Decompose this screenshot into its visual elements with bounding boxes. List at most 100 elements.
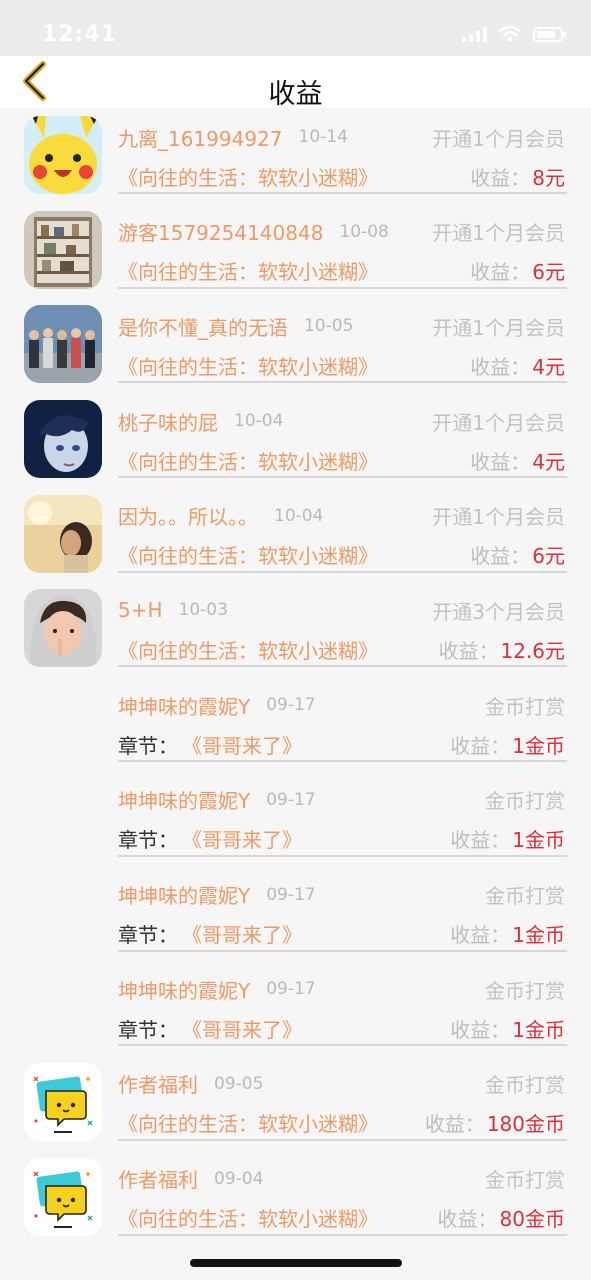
book-title[interactable]: 《哥哥来了》 <box>182 824 302 853</box>
row-header: 作者福利 09-04 金币打赏 <box>118 1162 565 1196</box>
record-date: 10-04 <box>234 411 284 432</box>
status-time: 12:41 <box>42 22 118 47</box>
earnings-amount: 1金币 <box>512 923 565 947</box>
row-detail: 《向往的生活：软软小迷糊》 收益： 4元 <box>118 347 565 383</box>
record-type: 开通1个月会员 <box>432 221 565 246</box>
chapter-prefix: 章节： <box>118 733 178 758</box>
username[interactable]: 是你不懂_真的无语 <box>118 312 288 341</box>
earnings-list: 九离_161994927 10-14 开通1个月会员 《向往的生活：软软小迷糊》… <box>0 114 591 1250</box>
chapter-prefix: 章节： <box>118 923 178 947</box>
record-type: 开通3个月会员 <box>432 599 565 624</box>
row-detail: 《向往的生活：软软小迷糊》 收益： 80金币 <box>118 1200 565 1236</box>
book-title[interactable]: 《哥哥来了》 <box>182 730 302 759</box>
divider <box>118 665 567 668</box>
earnings-amount: 8元 <box>532 165 565 190</box>
earnings-amount: 6元 <box>532 544 565 569</box>
username[interactable]: 坤坤味的霞妮Y <box>118 691 250 720</box>
status-icons <box>462 26 566 42</box>
username[interactable]: 作者福利 <box>118 1069 198 1098</box>
earnings-row[interactable]: 作者福利 09-05 金币打赏 《向往的生活：软软小迷糊》 收益： 180金币 <box>0 1061 591 1156</box>
book-title[interactable]: 《向往的生活：软软小迷糊》 <box>118 540 378 569</box>
earnings-label: 收益： <box>450 733 511 758</box>
record-type: 开通1个月会员 <box>432 315 565 340</box>
record-type: 金币打赏 <box>485 694 565 719</box>
earnings-row[interactable]: 坤坤味的霞妮Y 09-17 金币打赏 章节： 《哥哥来了》 收益： 1金币 <box>0 682 591 777</box>
earnings-row[interactable]: 坤坤味的霞妮Y 09-17 金币打赏 章节： 《哥哥来了》 收益： 1金币 <box>0 872 591 967</box>
row-header: 九离_161994927 10-14 开通1个月会员 <box>118 120 565 154</box>
book-title[interactable]: 《向往的生活：软软小迷糊》 <box>118 635 378 664</box>
record-date: 09-17 <box>266 979 316 1000</box>
record-date: 10-03 <box>178 600 228 621</box>
earnings-row[interactable]: 游客1579254140848 10-08 开通1个月会员 《向往的生活：软软小… <box>0 209 591 304</box>
username[interactable]: 游客1579254140848 <box>118 217 323 246</box>
record-type: 开通1个月会员 <box>432 410 565 435</box>
book-title[interactable]: 《向往的生活：软软小迷糊》 <box>118 162 378 191</box>
earnings-row[interactable]: 坤坤味的霞妮Y 09-17 金币打赏 章节： 《哥哥来了》 收益： 1金币 <box>0 966 591 1061</box>
record-date: 10-05 <box>304 316 354 337</box>
earnings-label: 收益： <box>437 1207 498 1232</box>
record-date: 10-04 <box>274 505 324 526</box>
chat-bubble-avatar <box>24 1062 102 1141</box>
earnings-row[interactable]: 是你不懂_真的无语 10-05 开通1个月会员 《向往的生活：软软小迷糊》 收益… <box>0 303 591 398</box>
record-date: 09-17 <box>266 695 316 716</box>
earnings-amount: 1金币 <box>512 733 565 758</box>
book-title[interactable]: 《向往的生活：软软小迷糊》 <box>118 1108 378 1137</box>
record-date: 09-05 <box>214 1073 264 1094</box>
book-title[interactable]: 《哥哥来了》 <box>182 919 302 948</box>
row-header: 坤坤味的霞妮Y 09-17 金币打赏 <box>118 878 565 912</box>
sunset-girl-avatar <box>24 494 102 573</box>
book-title[interactable]: 《向往的生活：软软小迷糊》 <box>118 446 378 475</box>
record-date: 09-04 <box>214 1168 264 1189</box>
earnings-row[interactable]: 坤坤味的霞妮Y 09-17 金币打赏 章节： 《哥哥来了》 收益： 1金币 <box>0 777 591 872</box>
earnings-label: 收益： <box>450 828 511 853</box>
row-detail: 章节： 《哥哥来了》 收益： 1金币 <box>118 726 565 762</box>
username[interactable]: 因为。。所以。。 <box>118 501 258 530</box>
earnings-row[interactable]: 因为。。所以。。 10-04 开通1个月会员 《向往的生活：软软小迷糊》 收益：… <box>0 493 591 588</box>
username[interactable]: 5+H <box>118 598 163 622</box>
earnings-amount: 1金币 <box>512 828 565 853</box>
earnings-row[interactable]: 九离_161994927 10-14 开通1个月会员 《向往的生活：软软小迷糊》… <box>0 114 591 209</box>
chapter-prefix: 章节： <box>118 1017 178 1042</box>
status-bar: 12:41 <box>0 0 591 56</box>
username[interactable]: 坤坤味的霞妮Y <box>118 785 250 814</box>
row-detail: 《向往的生活：软软小迷糊》 收益： 180金币 <box>118 1105 565 1141</box>
username[interactable]: 九离_161994927 <box>118 123 283 152</box>
username[interactable]: 坤坤味的霞妮Y <box>118 975 250 1004</box>
record-date: 09-17 <box>266 789 316 810</box>
earnings-row[interactable]: 作者福利 09-04 金币打赏 《向往的生活：软软小迷糊》 收益： 80金币 <box>0 1156 591 1251</box>
home-indicator[interactable] <box>190 1259 402 1267</box>
earnings-amount: 80金币 <box>499 1207 565 1232</box>
book-title[interactable]: 《向往的生活：软软小迷糊》 <box>118 1203 378 1232</box>
earnings-label: 收益： <box>450 1017 511 1042</box>
username[interactable]: 桃子味的屁 <box>118 407 218 436</box>
row-header: 坤坤味的霞妮Y 09-17 金币打赏 <box>118 972 565 1006</box>
chapter-prefix: 章节： <box>118 828 178 853</box>
group-photo-avatar <box>24 305 102 384</box>
record-type: 金币打赏 <box>485 1168 565 1193</box>
divider <box>118 192 567 194</box>
divider <box>118 381 567 384</box>
book-title[interactable]: 《向往的生活：软软小迷糊》 <box>118 256 378 285</box>
wifi-icon <box>499 26 521 42</box>
divider <box>118 570 567 573</box>
earnings-amount: 12.6元 <box>500 638 565 663</box>
earnings-row[interactable]: 桃子味的屁 10-04 开通1个月会员 《向往的生活：软软小迷糊》 收益： 4元 <box>0 398 591 493</box>
earnings-label: 收益： <box>424 1112 485 1137</box>
earnings-label: 收益： <box>470 544 531 569</box>
record-date: 10-14 <box>298 127 348 147</box>
username[interactable]: 坤坤味的霞妮Y <box>118 880 250 909</box>
earnings-amount: 6元 <box>532 260 565 285</box>
page-title: 收益 <box>268 79 323 110</box>
earnings-label: 收益： <box>470 260 531 285</box>
record-type: 开通1个月会员 <box>432 126 565 151</box>
username[interactable]: 作者福利 <box>118 1164 198 1193</box>
book-title[interactable]: 《哥哥来了》 <box>182 1014 302 1043</box>
earnings-label: 收益： <box>438 638 499 663</box>
nav-bar: 收益 <box>0 56 591 110</box>
book-title[interactable]: 《向往的生活：软软小迷糊》 <box>118 351 378 380</box>
earnings-row[interactable]: 5+H 10-03 开通3个月会员 《向往的生活：软软小迷糊》 收益： 12.6… <box>0 587 591 682</box>
divider <box>118 1233 567 1236</box>
row-header: 游客1579254140848 10-08 开通1个月会员 <box>118 215 565 249</box>
pikachu-avatar <box>24 116 102 194</box>
anime-boy-avatar <box>24 400 102 479</box>
